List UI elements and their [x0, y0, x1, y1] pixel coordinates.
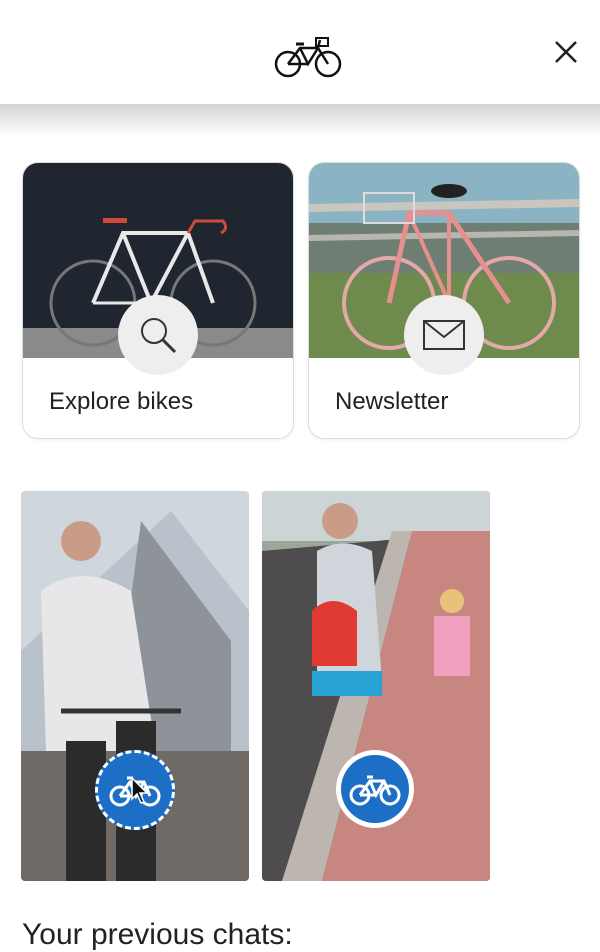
app-header [0, 0, 600, 104]
search-badge [118, 295, 198, 375]
envelope-badge [404, 295, 484, 375]
card-label: Newsletter [335, 388, 449, 415]
header-shadow [0, 104, 600, 136]
bicycle-sign-disc [341, 755, 409, 823]
close-icon [555, 41, 577, 63]
mouse-pointer-icon [131, 777, 149, 804]
family-cyclists-tile[interactable] [262, 491, 490, 881]
commuter-cyclist-tile[interactable] [21, 491, 249, 881]
card-label: Explore bikes [49, 388, 194, 415]
bicycle-sign-button[interactable] [336, 750, 414, 828]
explore-bikes-card[interactable]: Explore bikes [22, 162, 294, 439]
previous-chats-heading: Your previous chats: [22, 918, 293, 951]
envelope-icon [423, 320, 465, 350]
close-button[interactable] [548, 34, 584, 70]
bicycle-sign-icon [349, 775, 401, 806]
bicycle-icon [274, 37, 342, 78]
search-icon [141, 318, 177, 354]
newsletter-card[interactable]: Newsletter [308, 162, 580, 439]
